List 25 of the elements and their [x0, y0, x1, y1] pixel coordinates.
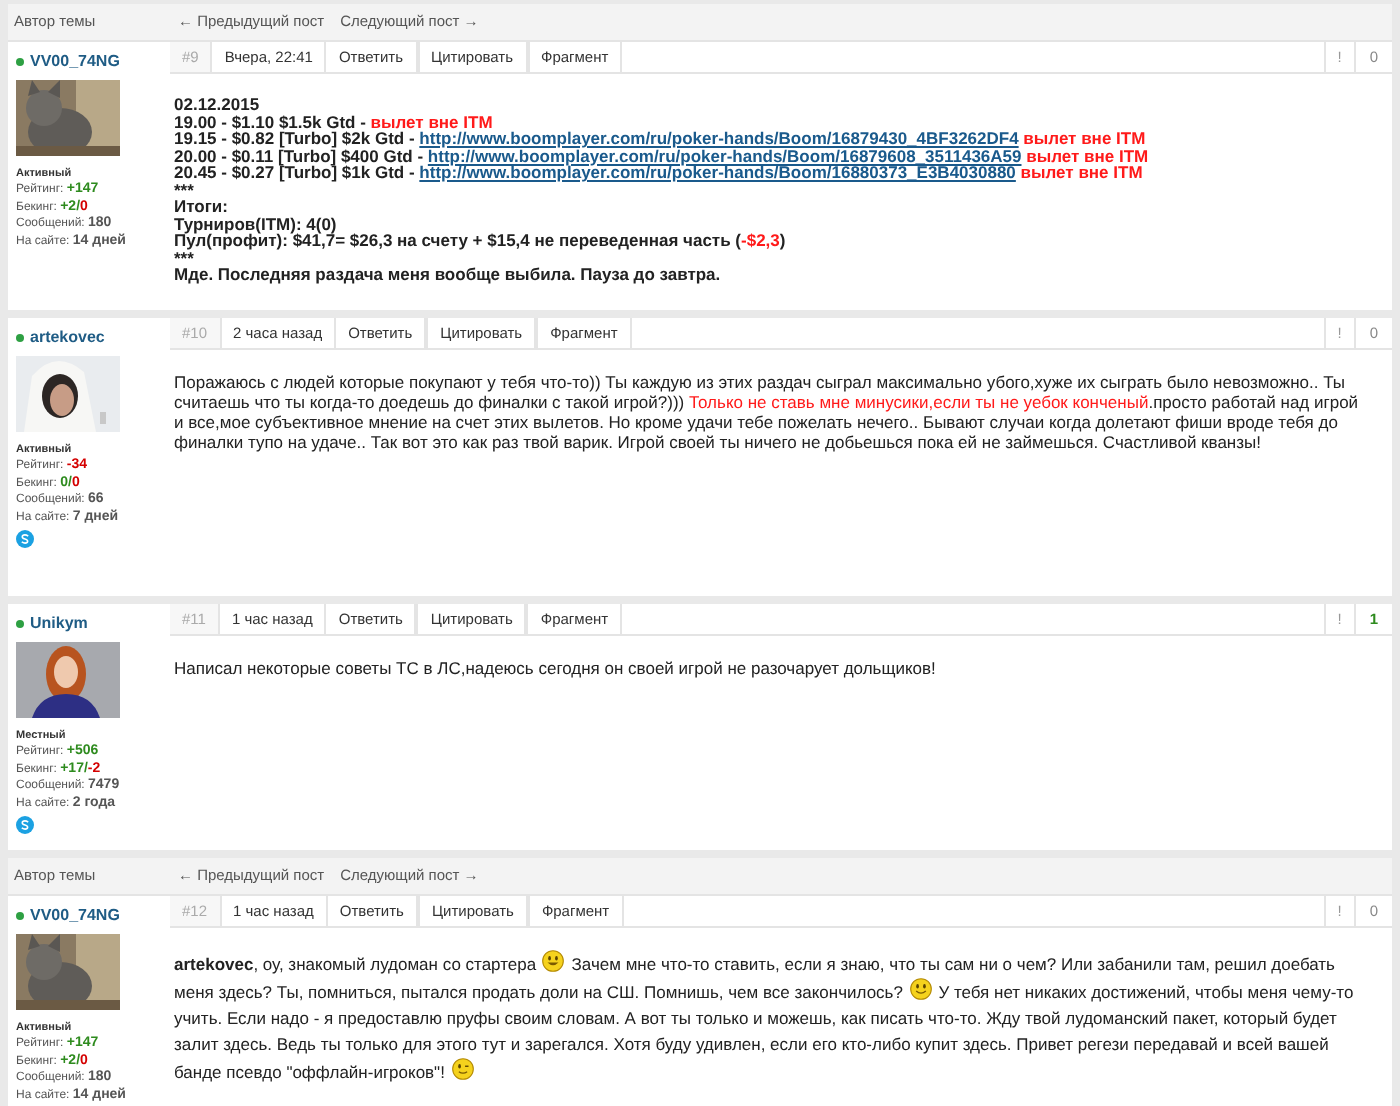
author-name[interactable]: artekovec	[30, 326, 105, 350]
author-name[interactable]: Unikym	[30, 612, 88, 636]
skype-icon[interactable]	[16, 530, 34, 548]
post-text: Итоги:	[174, 198, 230, 215]
post-text: Поражаюсь с людей которые покупают у тебя что-то)) Ты каждую из этих раздач сыграл максимально убого,хуже их сыграть было невозможно.. Ты считаешь что ты когда-то доедешь до финалки с такой игрой?))) Только не ставь мне минусики,если ты не уебок конченый.просто работай над игрой и все,мое субъективное мнение на счет этих вылетов. Но кроме удачи тебе пожелать нечего.. Бывают случаи когда долетают фиши вроде тебя до финалки тупо на удаче.. Так вот это как раз твой варик. Игрой своей ты ничего не добьешься пока ей не займешься. Счастливой кванзы!	[174, 372, 1361, 452]
smiley-icon	[451, 1058, 474, 1080]
post-text: 20.45 - $0.27 [Turbo] $1k Gtd - http://www.boomplayer.com/ru/poker-hands/Boom/16880373_E3B4030880 вылет вне ITM	[174, 164, 1145, 181]
link[interactable]: http://www.boomplayer.com/ru/poker-hands/Boom/16879608_3511436A59	[427, 145, 1022, 165]
smiley-icon	[542, 950, 565, 972]
post-text: Турниров(ITM): 4(0)	[174, 215, 337, 232]
post-text: artekovec, оу, знакомый лудоман со стартера Зачем мне что-то ставить, если я знаю, что ты сам ни о чем? Или забанили там, решил доебать меня здесь? Ты, помниться, пытался продать доли на СШ. Помнишь, чем все закончилось? У тебя нет никаких достижений, чтобы меня чему-то учить. Если надо - я предоставлю пруфы своим словам. А вот ты только и можешь, как писать что-то. Жду твой лудоманский пакет, который будет залит здесь. Ведь ты только для этого тут и зарегался. Хотя буду удивлен, если его кто-либо купит здесь. Привет регези передавай и всей вашей банде псевдо "оффлайн-игроков"!	[174, 950, 1356, 1086]
post-text: Мде. Последняя раздача меня вообще выбила. Пауза до завтра.	[174, 266, 723, 283]
post-text: 19.15 - $0.82 [Turbo] $2k Gtd - http://www.boomplayer.com/ru/poker-hands/Boom/16879430_4BF3262DF4 вылет вне ITM	[174, 130, 1148, 147]
link[interactable]: http://www.boomplayer.com/ru/poker-hands/Boom/16879430_4BF3262DF4	[419, 128, 1019, 148]
author-name[interactable]: VV00_74NG	[30, 50, 120, 74]
post-text: ***	[174, 181, 196, 198]
post-text: Пул(профит): $41,7= $26,3 на счету + $15,4 не переведенная часть (-$2,3)	[174, 232, 788, 249]
post-text: 19.00 - $1.10 $1.5k Gtd - вылет вне ITM	[174, 113, 495, 130]
post-text: Написал некоторые советы ТС в ЛС,надеюсь сегодня он своей игрой не разочарует дольщиков!	[174, 658, 938, 678]
post-text: 02.12.2015	[174, 96, 262, 113]
post-text: 20.00 - $0.11 [Turbo] $400 Gtd - http://www.boomplayer.com/ru/poker-hands/Boom/16879608_3511436A59 вылет вне ITM	[174, 147, 1151, 164]
author-name[interactable]: VV00_74NG	[30, 904, 120, 928]
skype-icon[interactable]	[16, 816, 34, 834]
smiley-icon	[909, 978, 932, 1000]
post-text: ***	[174, 249, 194, 266]
